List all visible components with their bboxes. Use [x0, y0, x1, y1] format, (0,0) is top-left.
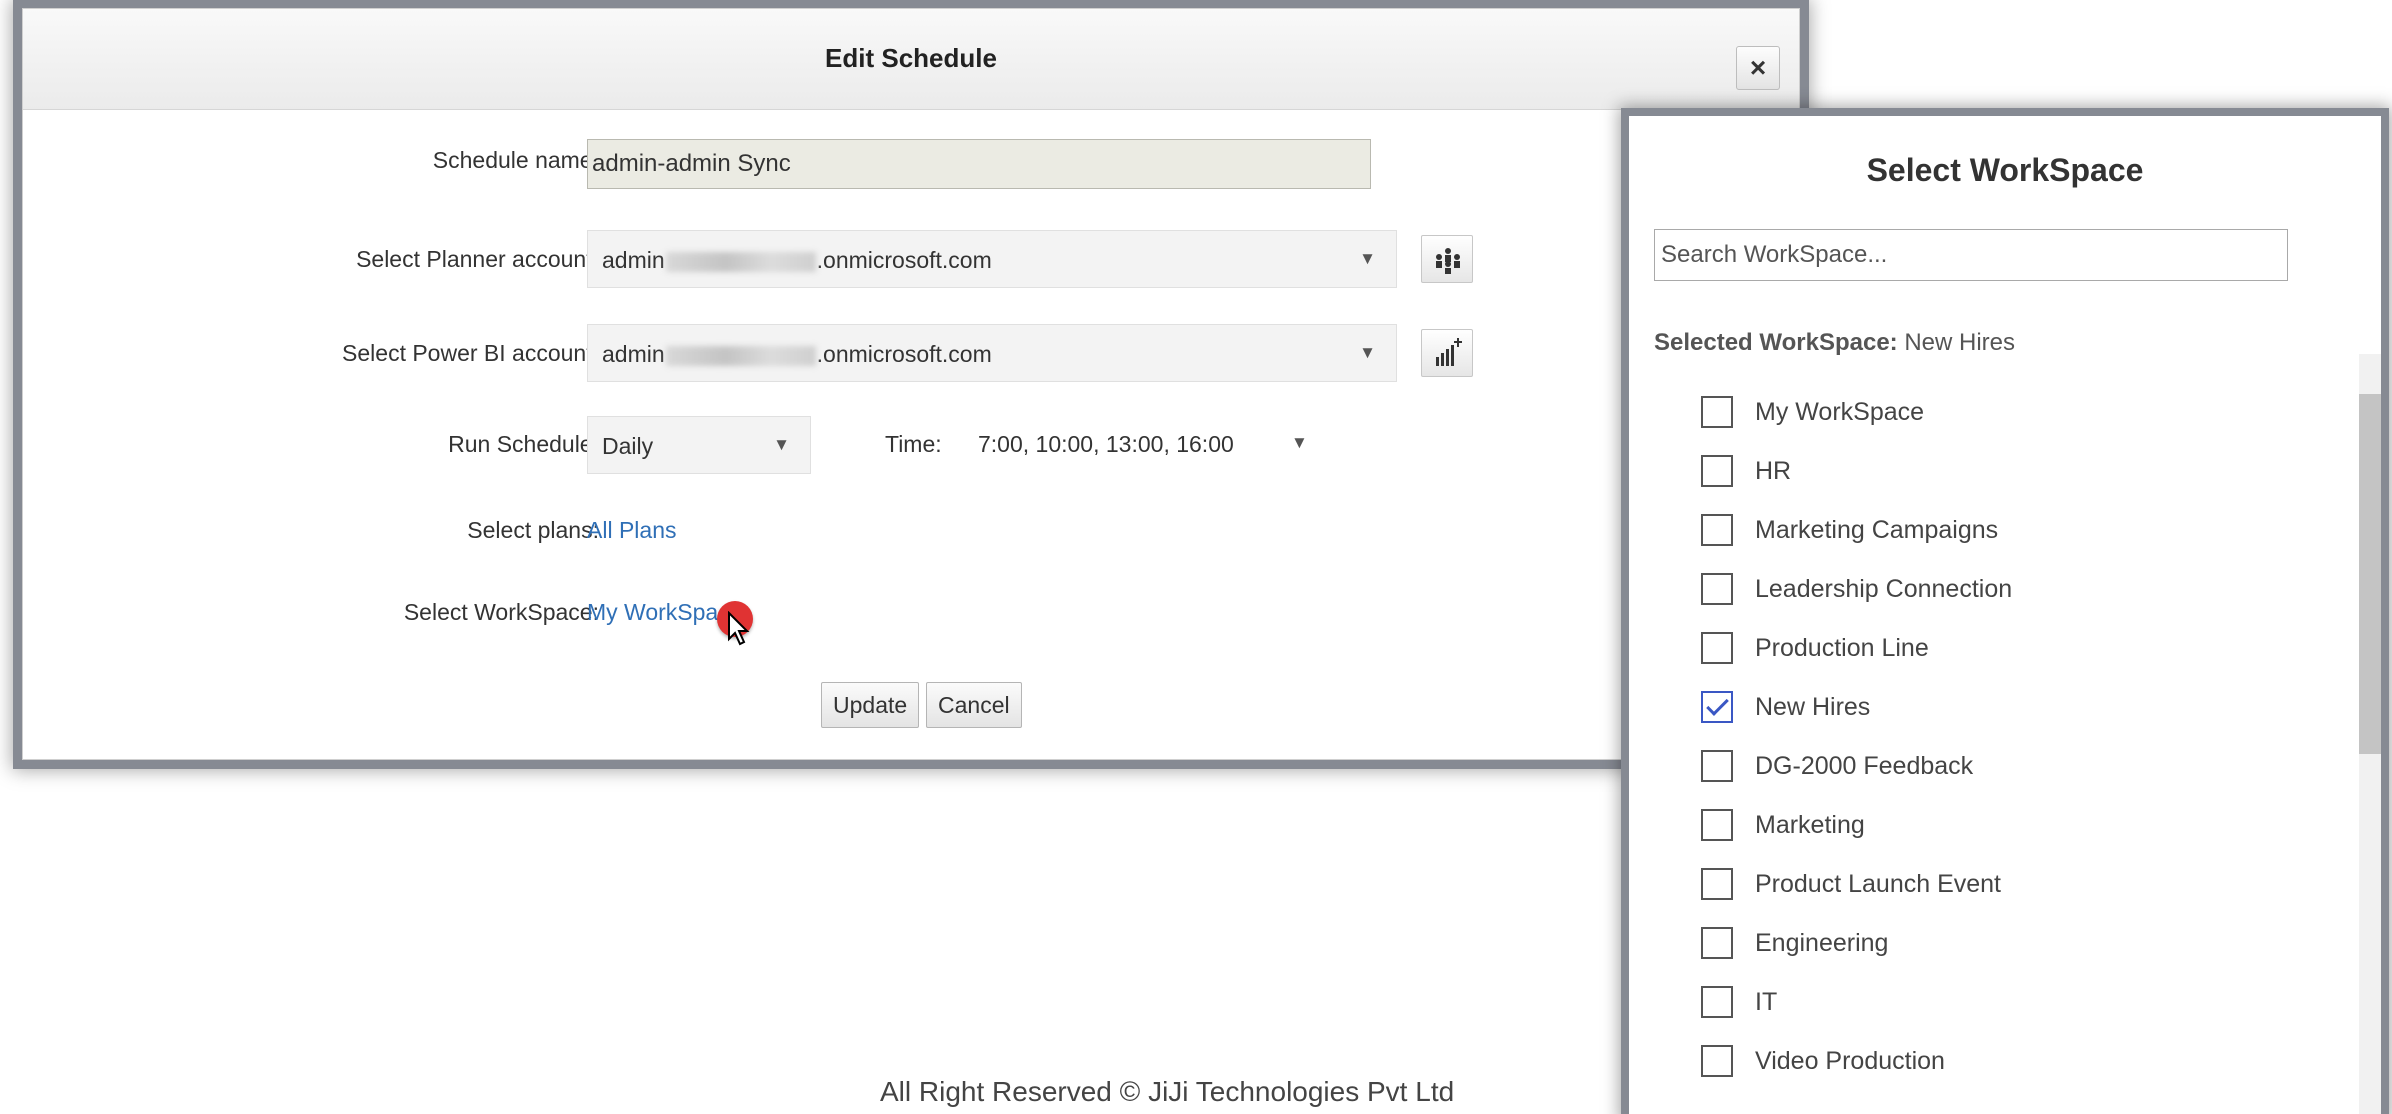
edit-schedule-dialog: Edit Schedule × Schedule name: Select Pl… — [22, 8, 1800, 760]
workspace-item-label: Leadership Connection — [1755, 575, 2013, 603]
workspace-checkbox[interactable] — [1701, 514, 1733, 546]
planner-account-suffix: .onmicrosoft.com — [816, 247, 992, 273]
selected-workspace-value: New Hires — [1904, 329, 2016, 356]
select-plans-label: Select plans: — [467, 517, 599, 543]
redacted-text — [665, 251, 816, 272]
schedule-name-input[interactable] — [587, 139, 1371, 189]
dialog-header: Edit Schedule × — [23, 9, 1799, 110]
workspace-item-label: Production Line — [1755, 634, 1929, 662]
workspace-item-label: DG-2000 Feedback — [1755, 752, 1974, 780]
workspace-item-label: Video Production — [1755, 1047, 1945, 1075]
chevron-down-icon[interactable]: ▼ — [1291, 433, 1308, 453]
cancel-button[interactable]: Cancel — [926, 682, 1022, 728]
close-button[interactable]: × — [1736, 46, 1780, 90]
workspace-item-label: Engineering — [1755, 929, 1889, 957]
all-plans-link[interactable]: All Plans — [587, 517, 676, 544]
planner-account-select[interactable]: admin .onmicrosoft.com ▼ — [587, 230, 1397, 288]
workspace-checkbox[interactable] — [1701, 691, 1733, 723]
workspace-checkbox[interactable] — [1701, 986, 1733, 1018]
workspace-search-input[interactable] — [1654, 229, 2288, 281]
workspace-checkbox[interactable] — [1701, 927, 1733, 959]
selected-workspace-label: Selected WorkSpace: — [1654, 329, 1898, 356]
select-workspace-panel: Select WorkSpace Selected WorkSpace: New… — [1629, 116, 2381, 1114]
workspace-item-label: Product Launch Event — [1755, 870, 2001, 898]
time-label: Time: — [885, 431, 942, 457]
mouse-cursor-icon — [728, 611, 750, 646]
scrollbar-thumb[interactable] — [2359, 394, 2381, 754]
chevron-down-icon: ▼ — [1359, 249, 1376, 268]
planner-account-label: Select Planner account: — [356, 246, 599, 272]
workspace-checkbox[interactable] — [1701, 809, 1733, 841]
bar-chart-add-icon — [1436, 338, 1462, 366]
powerbi-account-label: Select Power BI account: — [342, 340, 599, 366]
workspace-checkbox[interactable] — [1701, 868, 1733, 900]
footer-copyright: All Right Reserved © JiJi Technologies P… — [880, 1076, 1455, 1107]
people-group-icon — [1436, 248, 1460, 274]
workspace-item-label: Marketing Campaigns — [1755, 516, 1999, 544]
powerbi-account-suffix: .onmicrosoft.com — [816, 341, 992, 367]
powerbi-accounts-button[interactable] — [1421, 329, 1473, 377]
chevron-down-icon: ▼ — [1359, 343, 1376, 362]
run-schedule-value: Daily — [602, 433, 654, 459]
selected-workspace-text: Selected WorkSpace: New Hires — [1654, 329, 2015, 357]
workspace-item-label: IT — [1755, 988, 1778, 1016]
planner-account-prefix: admin — [602, 247, 665, 273]
run-schedule-select[interactable]: Daily ▼ — [587, 416, 811, 474]
workspace-checkbox[interactable] — [1701, 1045, 1733, 1077]
powerbi-account-prefix: admin — [602, 341, 665, 367]
workspace-item-label: New Hires — [1755, 693, 1871, 721]
workspace-checkbox[interactable] — [1701, 573, 1733, 605]
workspace-item-label: My WorkSpace — [1755, 398, 1925, 426]
schedule-name-label: Schedule name: — [432, 147, 599, 173]
update-button[interactable]: Update — [821, 682, 920, 728]
dialog-title: Edit Schedule — [825, 43, 997, 73]
run-schedule-label: Run Schedule: — [448, 431, 599, 457]
workspace-item-label: Marketing — [1755, 811, 1865, 839]
chevron-down-icon: ▼ — [773, 435, 790, 454]
time-select-value[interactable]: 7:00, 10:00, 13:00, 16:00 — [978, 431, 1234, 458]
workspace-panel-title: Select WorkSpace — [1866, 152, 2144, 188]
workspace-checkbox[interactable] — [1701, 632, 1733, 664]
powerbi-account-select[interactable]: admin .onmicrosoft.com ▼ — [587, 324, 1397, 382]
redacted-text — [665, 345, 816, 366]
workspace-item-label: HR — [1755, 457, 1792, 485]
workspace-checkbox[interactable] — [1701, 396, 1733, 428]
workspace-checkbox[interactable] — [1701, 455, 1733, 487]
workspace-checkbox[interactable] — [1701, 750, 1733, 782]
select-workspace-label: Select WorkSpace: — [403, 599, 599, 625]
planner-accounts-button[interactable] — [1421, 235, 1473, 283]
